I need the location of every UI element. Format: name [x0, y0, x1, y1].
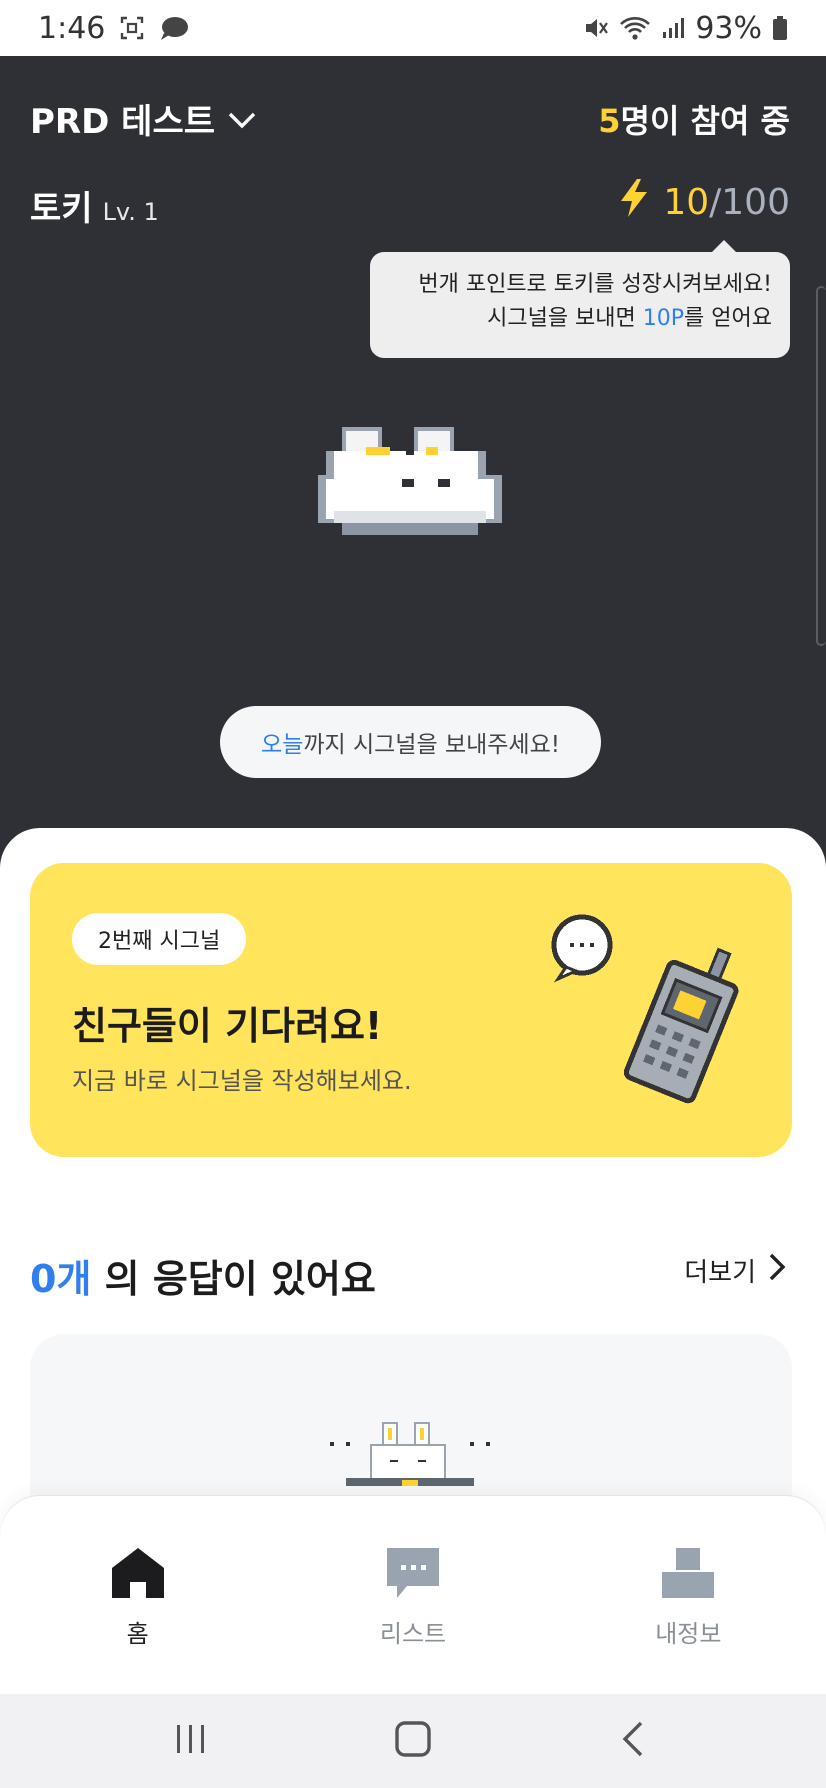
pet-character-illustration[interactable] — [318, 426, 502, 548]
chat-bubble-icon — [159, 15, 189, 41]
profile-icon — [662, 1548, 715, 1598]
status-bar: 1:46 93% — [0, 0, 826, 56]
responses-count: 0개 — [30, 1257, 92, 1301]
character-level: Lv. 1 — [102, 198, 159, 226]
tab-list-label: 리스트 — [379, 1620, 447, 1648]
lightning-points[interactable]: 10/100 — [617, 178, 790, 227]
home-icon — [111, 1548, 164, 1598]
bunny-sleeping-illustration — [330, 1422, 490, 1486]
scrollbar[interactable] — [816, 286, 826, 646]
more-button[interactable]: 더보기 — [684, 1252, 786, 1289]
system-navigation-bar — [0, 1694, 826, 1788]
deadline-pill: 오늘 까지 시그널을 보내주세요! — [220, 706, 601, 778]
signal-badge: 2번째 시그널 — [72, 913, 247, 965]
points-tooltip: 번개 포인트로 토키를 성장시켜보세요! 시그널을 보내면 10P를 얻어요 — [370, 240, 790, 358]
status-right: 93% — [583, 11, 788, 46]
status-time: 1:46 — [38, 10, 106, 46]
tooltip-line2-pre: 시그널을 보내면 — [487, 306, 643, 331]
battery-percent: 93% — [695, 10, 762, 46]
chevron-right-icon — [768, 1252, 786, 1289]
battery-icon — [772, 15, 788, 41]
tooltip-line1: 번개 포인트로 토키를 성장시켜보세요! — [418, 272, 772, 297]
mute-icon — [583, 15, 609, 41]
back-icon[interactable] — [615, 1719, 655, 1763]
group-title: PRD 테스트 — [30, 102, 215, 142]
character-info: 토키 Lv. 1 — [30, 181, 159, 230]
points-separator: / — [709, 182, 722, 223]
signal-subtitle: 지금 바로 시그널을 작성해보세요. — [72, 1067, 412, 1095]
tab-profile-label: 내정보 — [655, 1620, 722, 1648]
signal-card[interactable]: 2번째 시그널 친구들이 기다려요! 지금 바로 시그널을 작성해보세요. — [30, 863, 792, 1157]
screenshot-icon — [119, 15, 145, 41]
group-selector[interactable]: PRD 테스트 — [30, 94, 257, 143]
bottom-tab-bar: 홈 리스트 내정보 — [0, 1496, 826, 1694]
chat-list-icon — [386, 1548, 439, 1598]
hero-section: PRD 테스트 5명이 참여 중 토키 Lv. 1 10/100 번개 포인트로… — [0, 56, 826, 856]
points-max: 100 — [721, 182, 790, 223]
points-current: 10 — [663, 182, 710, 223]
tab-home-label: 홈 — [126, 1620, 149, 1648]
wifi-icon — [619, 15, 651, 41]
tooltip-line2-post: 를 얻어요 — [684, 306, 772, 331]
lightning-icon — [617, 178, 651, 227]
recent-apps-icon[interactable] — [171, 1719, 211, 1763]
signal-strength-icon — [661, 16, 685, 40]
signal-headline: 친구들이 기다려요! — [72, 1004, 383, 1048]
tab-profile[interactable]: 내정보 — [588, 1546, 788, 1649]
participants-count: 5명이 참여 중 — [598, 96, 790, 142]
home-button-icon[interactable] — [393, 1719, 433, 1763]
participants-suffix: 명이 참여 중 — [620, 102, 790, 140]
more-label: 더보기 — [684, 1258, 756, 1288]
tab-list[interactable]: 리스트 — [313, 1546, 513, 1649]
chevron-down-icon — [227, 99, 257, 139]
tab-home[interactable]: 홈 — [38, 1546, 238, 1649]
responses-title: 0개 의 응답이 있어요 — [30, 1248, 376, 1303]
deadline-text: 까지 시그널을 보내주세요! — [303, 732, 560, 758]
walkie-talkie-icon — [551, 914, 739, 1104]
character-name: 토키 — [30, 189, 93, 229]
status-left: 1:46 — [38, 11, 189, 46]
tooltip-line2: 시그널을 보내면 10P를 얻어요 — [370, 302, 772, 336]
deadline-highlight: 오늘 — [261, 732, 304, 758]
participants-number: 5 — [598, 102, 621, 140]
tooltip-points-highlight: 10P — [642, 306, 685, 331]
responses-title-suffix: 의 응답이 있어요 — [91, 1257, 376, 1301]
